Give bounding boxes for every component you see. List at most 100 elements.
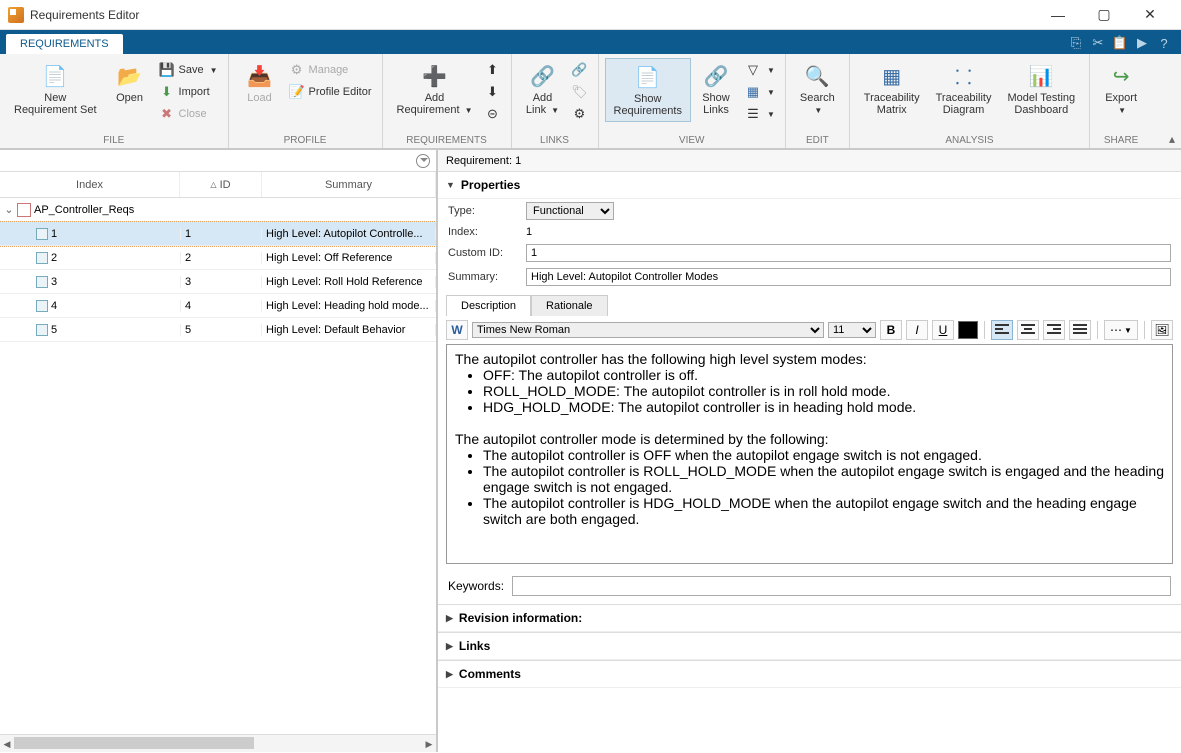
profile-editor-button[interactable]: 📝Profile Editor — [285, 82, 376, 102]
font-select[interactable]: Times New Roman — [472, 322, 824, 338]
tree-row[interactable]: 44High Level: Heading hold mode... — [0, 294, 436, 318]
underline-button[interactable]: U — [932, 320, 954, 340]
color-button[interactable] — [958, 321, 978, 339]
window-title: Requirements Editor — [30, 8, 139, 22]
tree-row[interactable]: 22High Level: Off Reference — [0, 246, 436, 270]
customid-input[interactable] — [526, 244, 1171, 262]
group-links-label: LINKS — [518, 133, 592, 148]
index-value: 1 — [526, 226, 532, 238]
requirement-icon — [36, 276, 48, 288]
tab-strip: REQUIREMENTS ⎘ ✂ 📋 ▶ ? — [0, 30, 1181, 54]
maximize-button[interactable]: ▢ — [1081, 0, 1127, 30]
align-right-button[interactable] — [1043, 320, 1065, 340]
tree-row[interactable]: 33High Level: Roll Hold Reference — [0, 270, 436, 294]
save-button[interactable]: 💾Save▼ — [155, 60, 222, 80]
collapse-ribbon-icon[interactable]: ▴ — [1169, 132, 1175, 146]
title-bar: Requirements Editor ― ▢ ✕ — [0, 0, 1181, 30]
horizontal-scrollbar[interactable]: ◀ ▶ — [0, 734, 436, 752]
customid-label: Custom ID: — [448, 247, 518, 259]
manage-profile-button[interactable]: ⚙Manage — [285, 60, 376, 80]
run-icon[interactable]: ▶ — [1131, 32, 1153, 54]
group-share-label: SHARE — [1096, 133, 1146, 148]
requirement-icon — [36, 324, 48, 336]
group-edit-label: EDIT — [792, 133, 843, 148]
tree-body: ⌄AP_Controller_Reqs 11High Level: Autopi… — [0, 198, 436, 734]
tree-header: Index △ ID Summary — [0, 172, 436, 198]
traceability-matrix-button[interactable]: ▦ Traceability Matrix — [856, 58, 928, 120]
col-id[interactable]: △ ID — [180, 172, 262, 197]
description-editor[interactable]: The autopilot controller has the followi… — [446, 344, 1173, 564]
italic-button[interactable]: I — [906, 320, 928, 340]
copy-icon[interactable]: ⎘ — [1065, 32, 1087, 54]
close-file-button[interactable]: ✖Close — [155, 104, 222, 124]
group-analysis-label: ANALYSIS — [856, 133, 1083, 148]
section-properties[interactable]: ▼Properties — [438, 172, 1181, 199]
requirements-tree-pane: Index △ ID Summary ⌄AP_Controller_Reqs 1… — [0, 150, 438, 752]
link-btn-2[interactable]: 🏷 — [568, 82, 592, 102]
promote-button[interactable]: ⬆ — [481, 60, 505, 80]
align-center-button[interactable] — [1017, 320, 1039, 340]
image-button[interactable]: 🖼 — [1151, 320, 1173, 340]
word-icon[interactable]: W — [446, 320, 468, 340]
tree-row[interactable]: 11High Level: Autopilot Controlle... — [0, 222, 436, 246]
traceability-diagram-button[interactable]: ⸬ Traceability Diagram — [928, 58, 1000, 120]
cut-icon[interactable]: ✂ — [1087, 32, 1109, 54]
load-profile-button[interactable]: 📥Load — [235, 58, 285, 108]
search-button[interactable]: 🔍 Search▼ — [792, 58, 843, 120]
align-left-button[interactable] — [991, 320, 1013, 340]
summary-input[interactable] — [526, 268, 1171, 286]
paste-icon[interactable]: 📋 — [1109, 32, 1131, 54]
index-label: Index: — [448, 226, 518, 238]
show-links-button[interactable]: 🔗 Show Links — [691, 58, 741, 120]
minimize-button[interactable]: ― — [1035, 0, 1081, 30]
rte-toolbar: W Times New Roman 11 B I U ⋯ ▼ 🖼 — [446, 320, 1173, 340]
reqset-icon — [17, 203, 31, 217]
summary-label: Summary: — [448, 271, 518, 283]
help-icon[interactable]: ? — [1153, 32, 1175, 54]
tree-options-icon[interactable] — [416, 154, 430, 168]
demote-button[interactable]: ⬇ — [481, 82, 505, 102]
col-index[interactable]: Index — [0, 172, 180, 197]
requirement-icon — [36, 300, 48, 312]
type-select[interactable]: Functional — [526, 202, 614, 220]
close-button[interactable]: ✕ — [1127, 0, 1173, 30]
section-links[interactable]: ▶Links — [438, 632, 1181, 660]
view-opt-button[interactable]: ☰▼ — [741, 104, 779, 124]
export-button[interactable]: ↪ Export▼ — [1096, 58, 1146, 120]
align-justify-button[interactable] — [1069, 320, 1091, 340]
app-icon — [8, 7, 24, 23]
link-btn-1[interactable]: 🔗 — [568, 60, 592, 80]
tree-root-row[interactable]: ⌄AP_Controller_Reqs — [0, 198, 436, 222]
show-requirements-button[interactable]: 📄 Show Requirements — [605, 58, 691, 122]
import-button[interactable]: ⬇Import — [155, 82, 222, 102]
keywords-input[interactable] — [512, 576, 1171, 596]
tab-description[interactable]: Description — [446, 295, 531, 316]
section-revision[interactable]: ▶Revision information: — [438, 604, 1181, 632]
group-view-label: VIEW — [605, 133, 779, 148]
bold-button[interactable]: B — [880, 320, 902, 340]
new-requirement-set-button[interactable]: 📄 New Requirement Set — [6, 58, 105, 120]
keywords-label: Keywords: — [448, 579, 504, 593]
filter-button[interactable]: ▽▼ — [741, 60, 779, 80]
open-button[interactable]: 📂 Open — [105, 58, 155, 108]
link-btn-3[interactable]: ⚙ — [568, 104, 592, 124]
fontsize-select[interactable]: 11 — [828, 322, 876, 338]
col-summary[interactable]: Summary — [262, 172, 436, 197]
delete-req-button[interactable]: ⊝ — [481, 104, 505, 124]
tab-rationale[interactable]: Rationale — [531, 295, 607, 316]
type-label: Type: — [448, 205, 518, 217]
requirement-icon — [36, 228, 48, 240]
tab-requirements[interactable]: REQUIREMENTS — [6, 34, 123, 54]
ribbon: 📄 New Requirement Set 📂 Open 💾Save▼ ⬇Imp… — [0, 54, 1181, 150]
tree-row[interactable]: 55High Level: Default Behavior — [0, 318, 436, 342]
requirement-icon — [36, 252, 48, 264]
group-requirements-label: REQUIREMENTS — [389, 133, 505, 148]
columns-button[interactable]: ▦▼ — [741, 82, 779, 102]
requirement-header: Requirement: 1 — [438, 150, 1181, 172]
model-testing-dashboard-button[interactable]: 📊 Model Testing Dashboard — [999, 58, 1083, 120]
add-requirement-button[interactable]: ➕ Add Requirement ▼ — [389, 58, 481, 120]
add-link-button[interactable]: 🔗 Add Link ▼ — [518, 58, 568, 120]
group-file-label: FILE — [6, 133, 222, 148]
section-comments[interactable]: ▶Comments — [438, 660, 1181, 688]
list-button[interactable]: ⋯ ▼ — [1104, 320, 1138, 340]
